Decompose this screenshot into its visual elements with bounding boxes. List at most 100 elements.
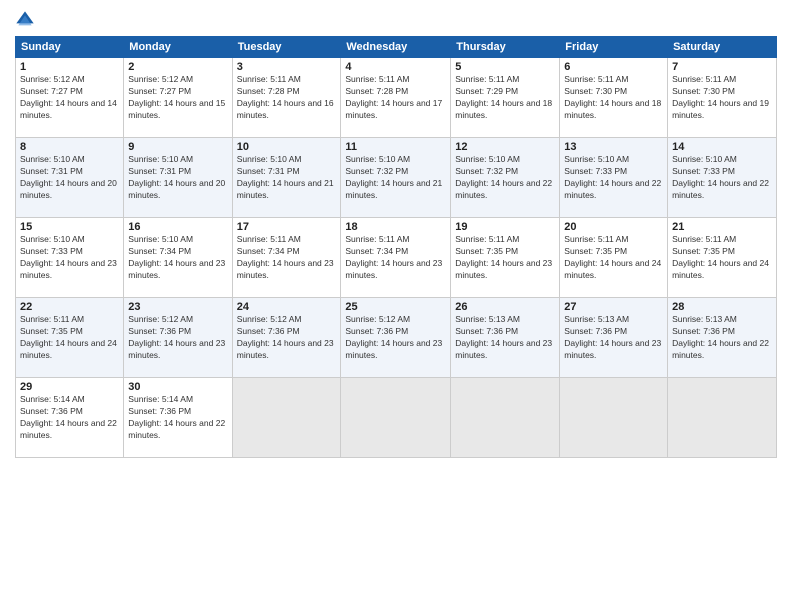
calendar-cell: 4 Sunrise: 5:11 AM Sunset: 7:28 PM Dayli… [341,58,451,138]
day-info: Sunrise: 5:13 AM Sunset: 7:36 PM Dayligh… [564,314,663,362]
header-cell-tuesday: Tuesday [232,37,341,58]
calendar-cell: 28 Sunrise: 5:13 AM Sunset: 7:36 PM Dayl… [668,298,777,378]
day-info: Sunrise: 5:12 AM Sunset: 7:27 PM Dayligh… [20,74,119,122]
header-cell-monday: Monday [124,37,232,58]
day-number: 25 [345,301,446,313]
day-info: Sunrise: 5:10 AM Sunset: 7:31 PM Dayligh… [128,154,227,202]
day-number: 27 [564,301,663,313]
calendar-cell: 1 Sunrise: 5:12 AM Sunset: 7:27 PM Dayli… [16,58,124,138]
header-cell-friday: Friday [560,37,668,58]
day-info: Sunrise: 5:11 AM Sunset: 7:28 PM Dayligh… [345,74,446,122]
day-number: 13 [564,141,663,153]
calendar-cell: 26 Sunrise: 5:13 AM Sunset: 7:36 PM Dayl… [451,298,560,378]
week-row-3: 22 Sunrise: 5:11 AM Sunset: 7:35 PM Dayl… [16,298,777,378]
header-row: SundayMondayTuesdayWednesdayThursdayFrid… [16,37,777,58]
day-info: Sunrise: 5:10 AM Sunset: 7:31 PM Dayligh… [20,154,119,202]
calendar-cell: 8 Sunrise: 5:10 AM Sunset: 7:31 PM Dayli… [16,138,124,218]
day-number: 30 [128,381,227,393]
day-info: Sunrise: 5:13 AM Sunset: 7:36 PM Dayligh… [672,314,772,362]
calendar-cell [560,378,668,458]
day-info: Sunrise: 5:11 AM Sunset: 7:35 PM Dayligh… [564,234,663,282]
day-number: 22 [20,301,119,313]
calendar-cell: 20 Sunrise: 5:11 AM Sunset: 7:35 PM Dayl… [560,218,668,298]
day-info: Sunrise: 5:11 AM Sunset: 7:28 PM Dayligh… [237,74,337,122]
day-number: 7 [672,61,772,73]
day-info: Sunrise: 5:10 AM Sunset: 7:33 PM Dayligh… [20,234,119,282]
calendar-cell: 10 Sunrise: 5:10 AM Sunset: 7:31 PM Dayl… [232,138,341,218]
day-info: Sunrise: 5:11 AM Sunset: 7:30 PM Dayligh… [672,74,772,122]
day-info: Sunrise: 5:12 AM Sunset: 7:27 PM Dayligh… [128,74,227,122]
calendar-cell [232,378,341,458]
day-number: 9 [128,141,227,153]
day-number: 19 [455,221,555,233]
header-cell-thursday: Thursday [451,37,560,58]
day-info: Sunrise: 5:14 AM Sunset: 7:36 PM Dayligh… [20,394,119,442]
calendar-cell: 12 Sunrise: 5:10 AM Sunset: 7:32 PM Dayl… [451,138,560,218]
calendar-cell: 13 Sunrise: 5:10 AM Sunset: 7:33 PM Dayl… [560,138,668,218]
day-info: Sunrise: 5:11 AM Sunset: 7:30 PM Dayligh… [564,74,663,122]
day-info: Sunrise: 5:12 AM Sunset: 7:36 PM Dayligh… [237,314,337,362]
calendar-cell: 3 Sunrise: 5:11 AM Sunset: 7:28 PM Dayli… [232,58,341,138]
day-info: Sunrise: 5:11 AM Sunset: 7:35 PM Dayligh… [455,234,555,282]
day-number: 6 [564,61,663,73]
calendar-cell: 29 Sunrise: 5:14 AM Sunset: 7:36 PM Dayl… [16,378,124,458]
day-number: 21 [672,221,772,233]
calendar-cell: 22 Sunrise: 5:11 AM Sunset: 7:35 PM Dayl… [16,298,124,378]
day-number: 17 [237,221,337,233]
day-info: Sunrise: 5:10 AM Sunset: 7:32 PM Dayligh… [455,154,555,202]
day-number: 26 [455,301,555,313]
day-number: 4 [345,61,446,73]
calendar-cell: 14 Sunrise: 5:10 AM Sunset: 7:33 PM Dayl… [668,138,777,218]
calendar-cell: 23 Sunrise: 5:12 AM Sunset: 7:36 PM Dayl… [124,298,232,378]
day-info: Sunrise: 5:10 AM Sunset: 7:31 PM Dayligh… [237,154,337,202]
calendar-cell: 21 Sunrise: 5:11 AM Sunset: 7:35 PM Dayl… [668,218,777,298]
calendar-cell: 25 Sunrise: 5:12 AM Sunset: 7:36 PM Dayl… [341,298,451,378]
logo-icon [15,10,35,30]
calendar-cell: 2 Sunrise: 5:12 AM Sunset: 7:27 PM Dayli… [124,58,232,138]
day-info: Sunrise: 5:11 AM Sunset: 7:35 PM Dayligh… [672,234,772,282]
day-number: 18 [345,221,446,233]
day-number: 10 [237,141,337,153]
day-number: 11 [345,141,446,153]
day-info: Sunrise: 5:11 AM Sunset: 7:34 PM Dayligh… [237,234,337,282]
day-info: Sunrise: 5:11 AM Sunset: 7:34 PM Dayligh… [345,234,446,282]
day-number: 12 [455,141,555,153]
calendar-cell: 24 Sunrise: 5:12 AM Sunset: 7:36 PM Dayl… [232,298,341,378]
calendar-cell: 17 Sunrise: 5:11 AM Sunset: 7:34 PM Dayl… [232,218,341,298]
day-number: 15 [20,221,119,233]
day-number: 3 [237,61,337,73]
week-row-2: 15 Sunrise: 5:10 AM Sunset: 7:33 PM Dayl… [16,218,777,298]
calendar-cell [341,378,451,458]
week-row-0: 1 Sunrise: 5:12 AM Sunset: 7:27 PM Dayli… [16,58,777,138]
day-number: 23 [128,301,227,313]
day-info: Sunrise: 5:11 AM Sunset: 7:35 PM Dayligh… [20,314,119,362]
calendar-cell: 5 Sunrise: 5:11 AM Sunset: 7:29 PM Dayli… [451,58,560,138]
calendar-cell: 30 Sunrise: 5:14 AM Sunset: 7:36 PM Dayl… [124,378,232,458]
day-number: 1 [20,61,119,73]
day-info: Sunrise: 5:10 AM Sunset: 7:32 PM Dayligh… [345,154,446,202]
week-row-4: 29 Sunrise: 5:14 AM Sunset: 7:36 PM Dayl… [16,378,777,458]
day-info: Sunrise: 5:12 AM Sunset: 7:36 PM Dayligh… [345,314,446,362]
calendar-cell: 9 Sunrise: 5:10 AM Sunset: 7:31 PM Dayli… [124,138,232,218]
calendar-cell: 7 Sunrise: 5:11 AM Sunset: 7:30 PM Dayli… [668,58,777,138]
calendar-cell: 27 Sunrise: 5:13 AM Sunset: 7:36 PM Dayl… [560,298,668,378]
logo [15,10,39,30]
calendar-cell: 6 Sunrise: 5:11 AM Sunset: 7:30 PM Dayli… [560,58,668,138]
day-number: 24 [237,301,337,313]
day-info: Sunrise: 5:10 AM Sunset: 7:34 PM Dayligh… [128,234,227,282]
day-number: 16 [128,221,227,233]
header-cell-saturday: Saturday [668,37,777,58]
calendar-cell: 18 Sunrise: 5:11 AM Sunset: 7:34 PM Dayl… [341,218,451,298]
week-row-1: 8 Sunrise: 5:10 AM Sunset: 7:31 PM Dayli… [16,138,777,218]
calendar-cell: 11 Sunrise: 5:10 AM Sunset: 7:32 PM Dayl… [341,138,451,218]
day-number: 28 [672,301,772,313]
header-cell-sunday: Sunday [16,37,124,58]
header [15,10,777,30]
day-number: 20 [564,221,663,233]
calendar-cell: 16 Sunrise: 5:10 AM Sunset: 7:34 PM Dayl… [124,218,232,298]
calendar-cell: 15 Sunrise: 5:10 AM Sunset: 7:33 PM Dayl… [16,218,124,298]
day-number: 29 [20,381,119,393]
calendar-cell [668,378,777,458]
day-info: Sunrise: 5:10 AM Sunset: 7:33 PM Dayligh… [672,154,772,202]
day-info: Sunrise: 5:11 AM Sunset: 7:29 PM Dayligh… [455,74,555,122]
